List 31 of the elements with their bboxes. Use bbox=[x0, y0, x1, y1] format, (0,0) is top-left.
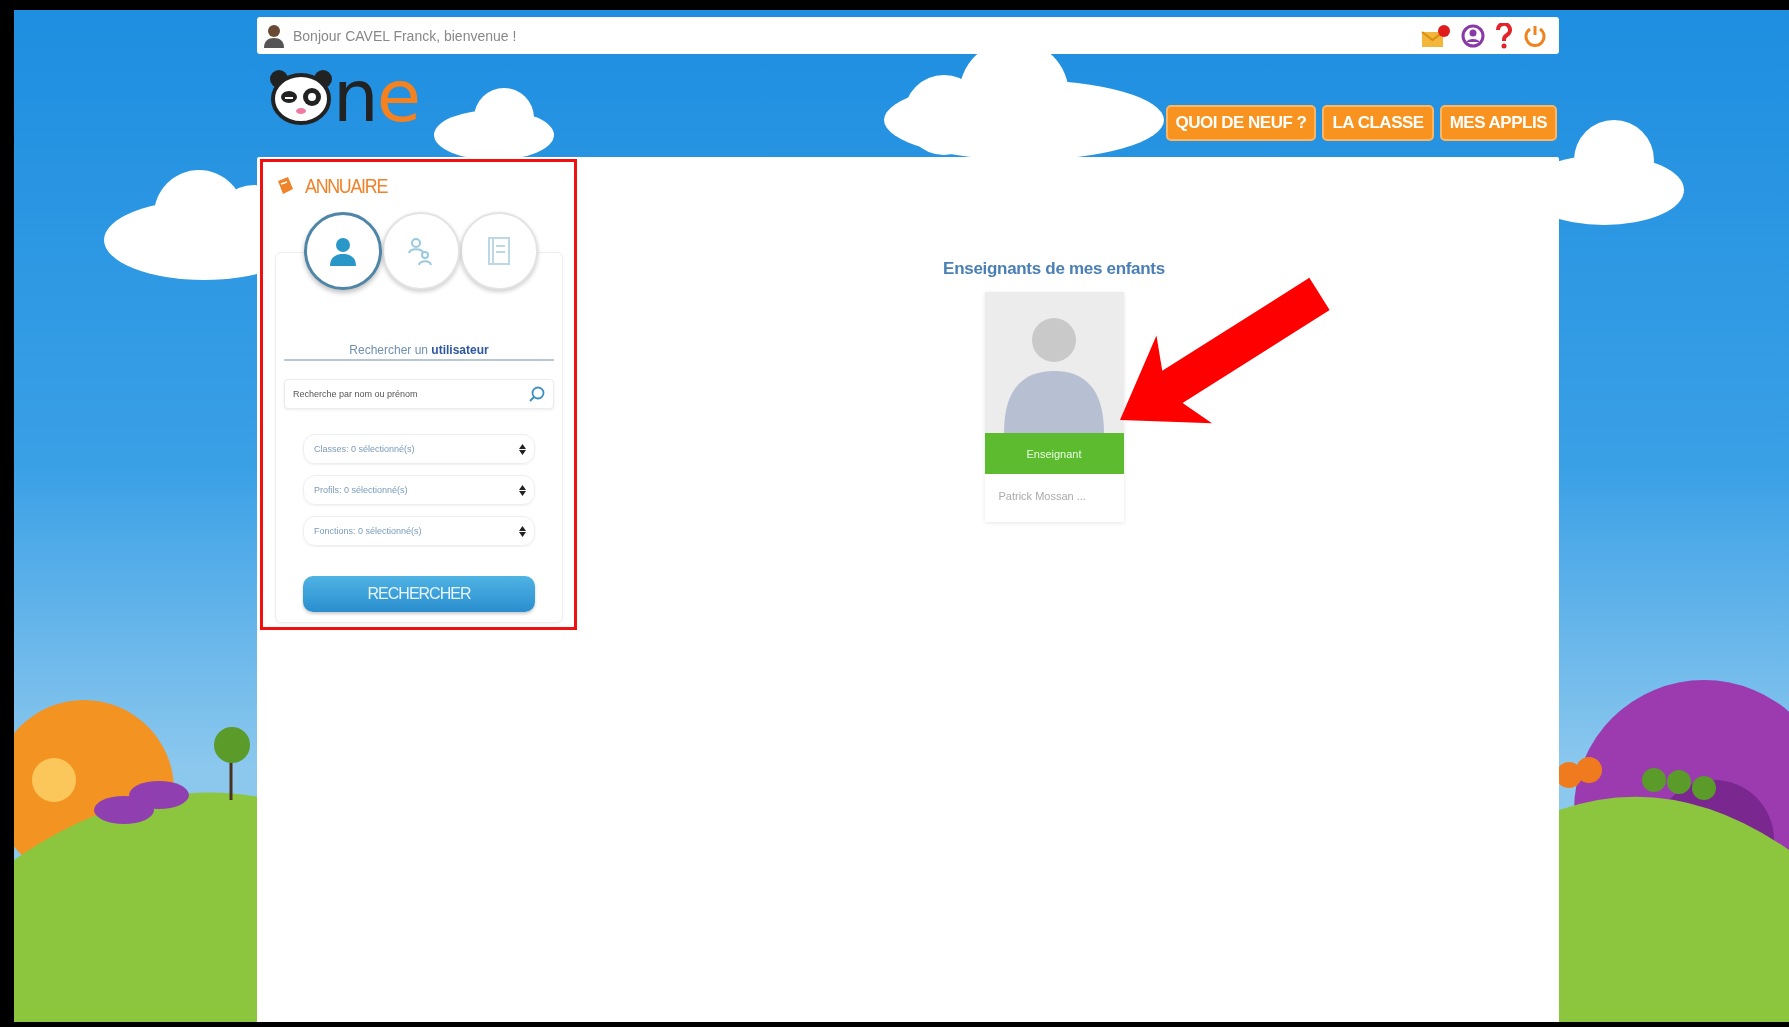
person-icon bbox=[328, 236, 358, 266]
panda-logo-icon bbox=[269, 67, 333, 125]
sort-caret-icon bbox=[519, 443, 526, 455]
logo-text: ne bbox=[333, 66, 419, 126]
role-label: Enseignant bbox=[984, 433, 1124, 474]
nav-button[interactable]: MES APPLIS bbox=[1439, 105, 1557, 141]
panel-title: ANNUAIRE bbox=[305, 174, 388, 198]
filter-dropdown[interactable]: Classes: 0 sélectionné(s) bbox=[303, 434, 535, 464]
user-avatar-icon bbox=[263, 23, 285, 48]
search-button[interactable]: RECHERCHER bbox=[303, 576, 535, 612]
power-icon[interactable] bbox=[1523, 23, 1547, 48]
mail-icon[interactable] bbox=[1421, 23, 1451, 48]
address-book-icon bbox=[275, 176, 295, 196]
filter-dropdown[interactable]: Fonctions: 0 sélectionné(s) bbox=[303, 516, 535, 546]
search-icon[interactable] bbox=[528, 385, 546, 403]
nav-button[interactable]: QUOI DE NEUF ? bbox=[1165, 105, 1317, 141]
sort-caret-icon bbox=[519, 484, 526, 496]
nav-button[interactable]: LA CLASSE bbox=[1322, 105, 1434, 141]
search-field[interactable]: Recherche par nom ou prénom bbox=[284, 379, 554, 409]
book-icon bbox=[487, 236, 511, 266]
teacher-name: Patrick Mossan ... bbox=[997, 489, 1087, 504]
greeting-text: Bonjour CAVEL Franck, bienvenue ! bbox=[293, 27, 518, 44]
search-label: Rechercher un utilisateur bbox=[284, 343, 554, 361]
section-heading: Enseignants de mes enfants bbox=[943, 259, 1165, 279]
user-icon[interactable] bbox=[1461, 23, 1485, 48]
filter-dropdown[interactable]: Profils: 0 sélectionné(s) bbox=[303, 475, 535, 505]
people-icon bbox=[408, 236, 434, 266]
sort-caret-icon bbox=[519, 525, 526, 537]
category-tab[interactable] bbox=[304, 212, 382, 290]
help-icon[interactable] bbox=[1495, 22, 1513, 49]
teacher-card[interactable]: Enseignant Patrick Mossan ... bbox=[984, 292, 1124, 522]
